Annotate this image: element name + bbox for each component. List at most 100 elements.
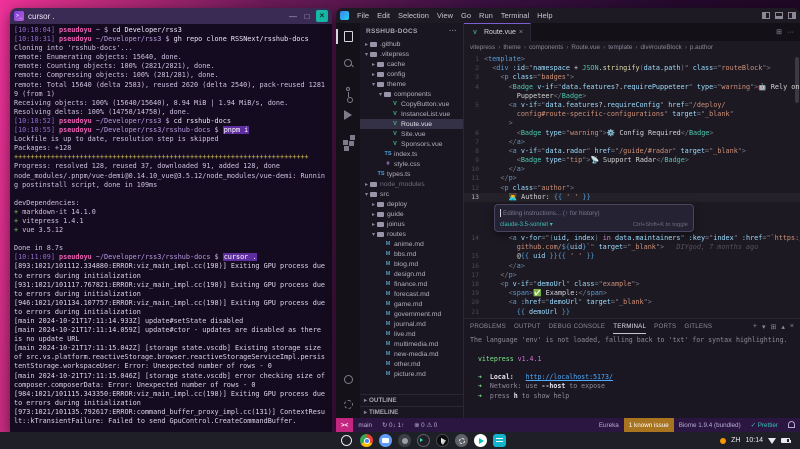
system-tray[interactable]: ZH 10:14: [716, 434, 794, 447]
tree-item-picture-md[interactable]: Mpicture.md: [360, 369, 463, 379]
inline-edit-input[interactable]: Editing instructions... (↑ for history): [500, 208, 688, 218]
tree-item-bbs-md[interactable]: Mbbs.md: [360, 249, 463, 259]
code-line[interactable]: 4 <Badge v-if="data.features?.requirePup…: [464, 83, 800, 92]
toggle-secondary-sidebar-icon[interactable]: [788, 12, 796, 19]
status-main[interactable]: main: [353, 418, 377, 432]
sidebar-section-timeline[interactable]: ▸TIMELINE: [360, 406, 463, 418]
code-line[interactable]: 20 <a :href="demoUrl" target="_blank">: [464, 298, 800, 307]
code-line[interactable]: 9 <Badge type="tip">📡 Support Radar</Bad…: [464, 156, 800, 165]
tree-item-site-vue[interactable]: VSite.vue: [360, 129, 463, 139]
tree-item-forecast-md[interactable]: Mforecast.md: [360, 289, 463, 299]
code-line[interactable]: 15 @{{ uid }}{{ ' ' }}: [464, 252, 800, 261]
code-line[interactable]: 14 <a v-for="(uid, index) in data.mainta…: [464, 234, 800, 243]
account-icon[interactable]: [336, 372, 360, 387]
panel-tab-debug-console[interactable]: DEBUG CONSOLE: [549, 319, 606, 334]
run-debug-icon[interactable]: [336, 107, 360, 122]
code-line[interactable]: 17 </p>: [464, 271, 800, 280]
tree-item-government-md[interactable]: Mgovernment.md: [360, 309, 463, 319]
breadcrumb-segment[interactable]: div#routeBlock: [640, 44, 681, 51]
tree-item-cache[interactable]: ▸cache: [360, 59, 463, 69]
code-line[interactable]: 10 </a>: [464, 165, 800, 174]
status-biome-1-9-4-bundled-[interactable]: Biome 1.9.4 (bundled): [674, 418, 746, 432]
tab-route-vue[interactable]: V Route.vue ×: [464, 23, 531, 41]
tree-item-anime-md[interactable]: Manime.md: [360, 239, 463, 249]
editor-window[interactable]: FileEditSelectionViewGoRunTerminalHelp: [336, 8, 800, 432]
code-line[interactable]: 11 </p>: [464, 174, 800, 183]
menu-file[interactable]: File: [353, 11, 373, 20]
tree-item-blog-md[interactable]: Mblog.md: [360, 259, 463, 269]
breadcrumb-segment[interactable]: components: [529, 44, 563, 51]
tree-item-theme[interactable]: ▾theme: [360, 79, 463, 89]
code-line[interactable]: >: [464, 119, 800, 128]
tree-item-guide[interactable]: ▸guide: [360, 209, 463, 219]
shelf-app-camera[interactable]: [398, 434, 411, 447]
tree-item-components[interactable]: ▾components: [360, 89, 463, 99]
tree-item-finance-md[interactable]: Mfinance.md: [360, 279, 463, 289]
close-panel-icon[interactable]: ×: [790, 323, 794, 331]
status--[interactable]: ><: [336, 418, 353, 432]
new-terminal-icon[interactable]: +: [753, 323, 757, 331]
split-editor-icon[interactable]: ⊞: [776, 28, 782, 36]
terminal-body[interactable]: [10:10:04] pseudoyu ~ $ cd Developer/rss…: [10, 24, 332, 432]
shelf-app-play[interactable]: [474, 434, 487, 447]
menu-terminal[interactable]: Terminal: [497, 11, 533, 20]
code-line[interactable]: 7 </a>: [464, 138, 800, 147]
panel-tab-ports[interactable]: PORTS: [654, 319, 676, 334]
status--prettier[interactable]: ✓ Prettier: [746, 418, 783, 432]
code-line[interactable]: config#route-specific-configurations" ta…: [464, 110, 800, 119]
clock[interactable]: 10:14: [745, 437, 763, 444]
code-line[interactable]: Puppeteer</Badge>: [464, 92, 800, 101]
tree-item-instancelist-vue[interactable]: VInstanceList.vue: [360, 109, 463, 119]
tree-item-types-ts[interactable]: TStypes.ts: [360, 169, 463, 179]
panel-tab-terminal[interactable]: TERMINAL: [613, 319, 646, 334]
code-line[interactable]: 13 👨‍💻 Author: {{ ' ' }}: [464, 193, 800, 202]
panel-tab-output[interactable]: OUTPUT: [514, 319, 541, 334]
toggle-sidebar-icon[interactable]: [762, 12, 770, 19]
search-icon[interactable]: [336, 55, 360, 70]
more-actions-icon[interactable]: ···: [787, 29, 794, 36]
launcher-icon[interactable]: [341, 435, 352, 446]
tree-item-game-md[interactable]: Mgame.md: [360, 299, 463, 309]
code-line[interactable]: 2 <div :id="namespace + JSON.stringify(d…: [464, 64, 800, 73]
code-line[interactable]: 1<template>: [464, 55, 800, 64]
terminal-dropdown-icon[interactable]: ▾: [762, 323, 766, 331]
code-line[interactable]: 3 <p class="badges">: [464, 73, 800, 82]
extensions-icon[interactable]: [336, 133, 360, 148]
code-line[interactable]: 16 </a>: [464, 262, 800, 271]
tree-item-src[interactable]: ▾src: [360, 189, 463, 199]
menu-selection[interactable]: Selection: [394, 11, 433, 20]
menu-help[interactable]: Help: [533, 11, 556, 20]
tree-item-multimedia-md[interactable]: Mmultimedia.md: [360, 339, 463, 349]
code-line[interactable]: 12 <p class="author">: [464, 184, 800, 193]
maximize-icon[interactable]: □: [302, 12, 312, 21]
menu-edit[interactable]: Edit: [373, 11, 394, 20]
tree-item-live-md[interactable]: Mlive.md: [360, 329, 463, 339]
tree-item-joinus[interactable]: ▸joinus: [360, 219, 463, 229]
shelf-app-settings[interactable]: [455, 434, 468, 447]
explorer-actions-icon[interactable]: ···: [449, 28, 457, 35]
menu-go[interactable]: Go: [457, 11, 475, 20]
tree-item-index-ts[interactable]: TSindex.ts: [360, 149, 463, 159]
code-line[interactable]: 18 <p v-if="demoUrl" class="example">: [464, 280, 800, 289]
code-line[interactable]: 8 <a v-if="data.radar" href="/guide/#rad…: [464, 147, 800, 156]
breadcrumb-segment[interactable]: template: [608, 44, 632, 51]
notifications-bell-icon[interactable]: [783, 418, 800, 432]
status-eureka[interactable]: Eureka: [594, 418, 624, 432]
toggle-panel-icon[interactable]: [775, 12, 783, 19]
shelf-app-files[interactable]: [379, 434, 392, 447]
shelf-app-chrome[interactable]: [360, 434, 373, 447]
breadcrumb-segment[interactable]: Route.vue: [571, 44, 600, 51]
explorer-header[interactable]: RSSHUB-DOCS ···: [360, 23, 463, 39]
status-1-known-issue[interactable]: 1 known issue: [624, 418, 674, 432]
tree-item-journal-md[interactable]: Mjournal.md: [360, 319, 463, 329]
tree-item-deploy[interactable]: ▸deploy: [360, 199, 463, 209]
code-line[interactable]: github.com/${uid}`" target="_blank"> DIY…: [464, 243, 800, 252]
tree-item--github[interactable]: ▸.github: [360, 39, 463, 49]
shelf-app-cursor[interactable]: [436, 434, 449, 447]
close-icon[interactable]: ×: [316, 10, 328, 22]
menu-run[interactable]: Run: [475, 11, 497, 20]
tree-item-design-md[interactable]: Mdesign.md: [360, 269, 463, 279]
code-editor[interactable]: 1<template>2 <div :id="namespace + JSON.…: [464, 53, 800, 318]
sidebar-section-outline[interactable]: ▸OUTLINE: [360, 394, 463, 406]
breadcrumb[interactable]: vitepress›theme›components›Route.vue›tem…: [464, 41, 800, 53]
